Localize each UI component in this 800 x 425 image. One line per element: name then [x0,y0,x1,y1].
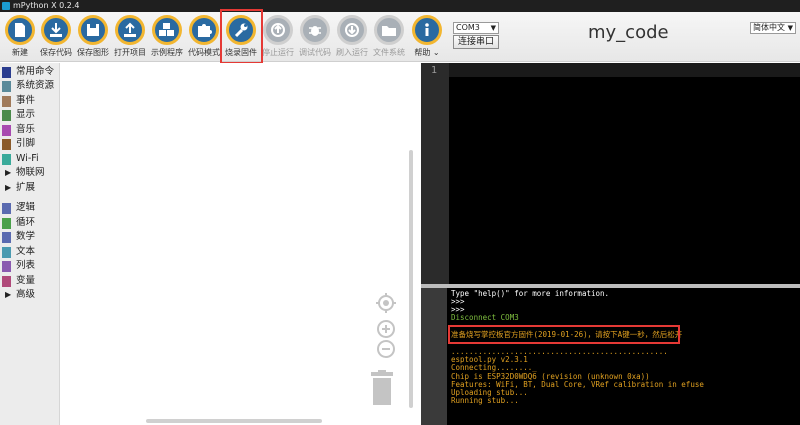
port-select[interactable]: COM3 ▼ [453,22,499,34]
category-item[interactable]: 数学 [0,230,60,244]
category-item-expandable[interactable]: ▶ 高级 [0,288,60,302]
serial-console[interactable]: Type "help()" for more information. >>> … [447,288,800,425]
category-item-expandable[interactable]: ▶ 物联网 [0,166,60,180]
expand-arrow-icon: ▶ [5,290,12,299]
toolbar: 新建 保存代码 保存图形 打开项目 示例程序 代码模式 烧录固件 停止运行 调试… [0,12,800,62]
category-item[interactable]: 事件 [0,94,60,108]
help-button[interactable]: 帮助 ⌄ [409,14,445,60]
zoom-out-icon[interactable] [376,339,396,359]
category-item-expandable[interactable]: ▶ 扩展 [0,181,60,195]
category-item[interactable]: 音乐 [0,123,60,137]
upload-disabled-icon [271,23,285,37]
block-workspace[interactable] [61,63,419,425]
category-item[interactable]: 显示 [0,108,60,122]
highlight-box [220,9,263,64]
folder-icon [382,26,396,36]
category-item[interactable]: 变量 [0,274,60,288]
download-disabled-icon [345,23,359,37]
file-name[interactable]: my_code [588,22,669,43]
console-line: Connecting........_ [451,363,537,372]
connect-serial-button[interactable]: 连接串口 [453,35,499,49]
recenter-icon[interactable] [376,293,396,313]
category-item[interactable]: 循环 [0,216,60,230]
console-line: Running stub... [451,396,519,405]
language-select[interactable]: 简体中文 ▼ [750,22,796,34]
trash-icon[interactable] [369,370,395,406]
category-item[interactable]: 引脚 [0,137,60,151]
expand-arrow-icon: ▶ [5,183,12,192]
category-item[interactable]: Wi-Fi [0,152,60,166]
cubes-icon [159,23,174,36]
zoom-in-icon[interactable] [376,319,396,339]
line-number: 1 [431,65,438,76]
expand-arrow-icon: ▶ [5,168,12,177]
file-system-button[interactable]: 文件系统 [371,14,407,60]
new-file-icon [15,23,25,37]
chevron-down-icon: ⌄ [432,48,440,57]
console-line: Disconnect COM3 [451,313,519,322]
dropdown-arrow-icon: ▼ [787,24,793,32]
active-line [449,63,800,77]
category-item[interactable]: 逻辑 [0,201,60,215]
upload-icon [124,22,136,37]
bug-icon [309,26,321,36]
console-line: Type "help()" for more information. [451,289,610,298]
info-icon [425,23,429,36]
console-gutter [421,288,447,425]
editor-gutter: 1 [421,63,449,284]
category-sidebar: 常用命令 系统资源 事件 显示 音乐 引脚 Wi-Fi ▶ 物联网 ▶ 扩展 逻辑 … [0,63,60,425]
code-editor[interactable]: 1 [421,63,800,284]
highlight-box [448,325,680,344]
workspace-horizontal-scrollbar[interactable] [146,419,322,423]
workspace-vertical-scrollbar[interactable] [409,150,413,408]
puzzle-icon [198,24,212,37]
category-item[interactable]: 系统资源 [0,79,60,93]
category-item[interactable]: 文本 [0,245,60,259]
floppy-icon [87,24,99,36]
category-item[interactable]: 列表 [0,259,60,273]
title-bar: mPython X 0.2.4 [0,0,800,12]
download-icon [50,23,62,37]
dropdown-arrow-icon: ▼ [490,24,496,32]
window-title: mPython X 0.2.4 [13,1,80,10]
category-item[interactable]: 常用命令 [0,65,60,79]
app-icon [2,2,10,10]
